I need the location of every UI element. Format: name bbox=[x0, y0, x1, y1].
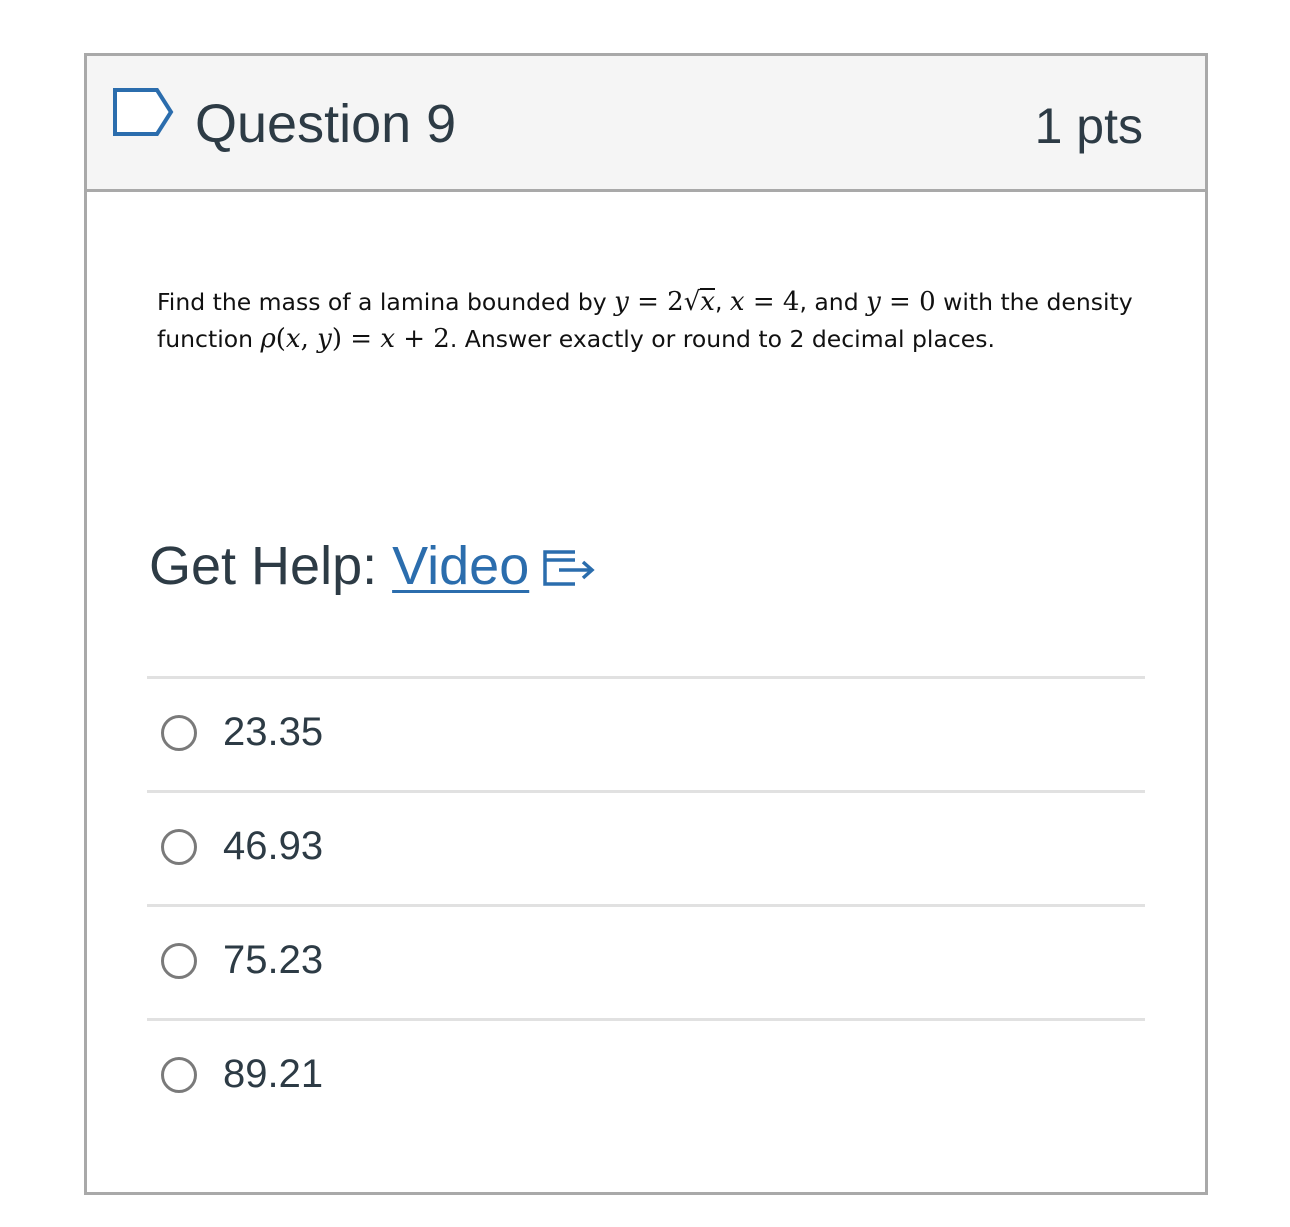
question-card: Question 9 1 pts Find the mass of a lami… bbox=[84, 53, 1208, 1195]
sqrt-symbol: √ bbox=[683, 287, 701, 317]
math-op: = 4 bbox=[744, 287, 800, 317]
radio-button[interactable] bbox=[161, 1057, 197, 1093]
external-link-icon[interactable] bbox=[539, 546, 599, 590]
get-help: Get Help: Video bbox=[149, 534, 599, 598]
prompt-text: Find the mass of a lamina bounded by bbox=[157, 288, 615, 316]
video-help-link[interactable]: Video bbox=[392, 536, 529, 596]
math-op: = bbox=[341, 324, 381, 354]
question-title: Question 9 bbox=[195, 94, 457, 154]
math-expression: y = 2√x bbox=[614, 287, 715, 317]
radio-button[interactable] bbox=[161, 943, 197, 979]
answer-list: 23.35 46.93 75.23 89.21 bbox=[147, 676, 1145, 1132]
math-var: x bbox=[700, 287, 715, 317]
answer-label[interactable]: 89.21 bbox=[223, 1051, 323, 1097]
math-var: y bbox=[866, 287, 881, 317]
math-expression: ρ(x, y) = x + 2 bbox=[260, 324, 449, 354]
answer-option[interactable]: 75.23 bbox=[147, 904, 1145, 1018]
math-var: x bbox=[729, 287, 745, 317]
question-prompt: Find the mass of a lamina bounded by y =… bbox=[157, 284, 1157, 358]
math-op: = 0 bbox=[880, 287, 936, 317]
math-expression: y = 0 bbox=[866, 287, 936, 317]
bookmark-flag-icon[interactable] bbox=[111, 86, 175, 138]
math-op: ) bbox=[331, 324, 342, 354]
answer-option[interactable]: 46.93 bbox=[147, 790, 1145, 904]
question-header: Question 9 1 pts bbox=[87, 56, 1205, 192]
math-expression: x = 4 bbox=[730, 287, 800, 317]
math-var: y bbox=[317, 324, 332, 354]
prompt-text: . Answer exactly or round to 2 decimal p… bbox=[449, 325, 995, 353]
radio-button[interactable] bbox=[161, 829, 197, 865]
answer-label[interactable]: 75.23 bbox=[223, 937, 323, 983]
question-points: 1 pts bbox=[1034, 98, 1143, 154]
sqrt-radicand: x bbox=[700, 287, 715, 317]
math-var: x bbox=[380, 324, 395, 354]
math-op: = 2 bbox=[628, 287, 684, 317]
math-var: y bbox=[614, 287, 629, 317]
answer-option[interactable]: 23.35 bbox=[147, 676, 1145, 790]
math-var: x bbox=[285, 324, 301, 354]
radio-button[interactable] bbox=[161, 715, 197, 751]
math-op: ( bbox=[275, 324, 286, 354]
math-op: , bbox=[300, 324, 318, 354]
answer-label[interactable]: 46.93 bbox=[223, 823, 323, 869]
get-help-label: Get Help: bbox=[149, 536, 393, 596]
answer-option[interactable]: 89.21 bbox=[147, 1018, 1145, 1132]
math-var: ρ bbox=[260, 324, 276, 354]
math-op: + 2 bbox=[394, 324, 450, 354]
prompt-text: , bbox=[714, 288, 730, 316]
answer-label[interactable]: 23.35 bbox=[223, 709, 323, 755]
prompt-text: , and bbox=[799, 288, 867, 316]
